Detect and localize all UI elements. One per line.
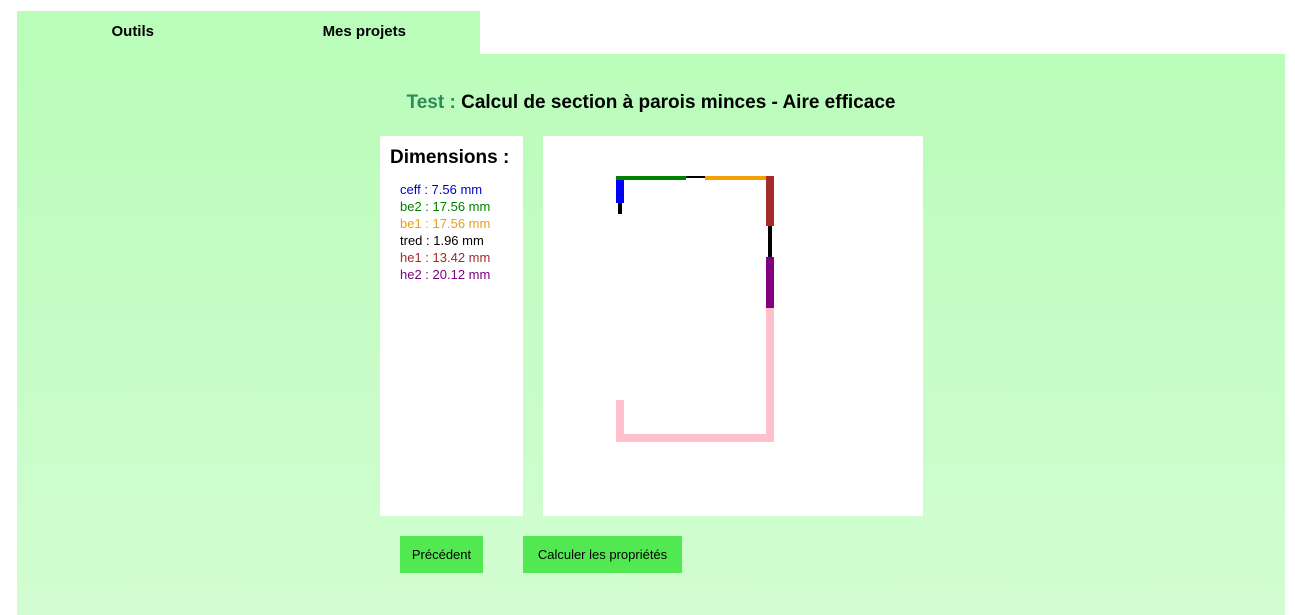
dimension-ceff: ceff : 7.56 mm — [400, 182, 483, 197]
tab-bar: Outils Mes projets — [17, 11, 480, 54]
section-outline — [616, 308, 774, 442]
page-title: Test : Calcul de section à parois minces… — [17, 92, 1285, 114]
dimensions-card: Dimensions : ceff : 7.56 mm be2 : 17.56 … — [380, 136, 523, 516]
dimension-tred: tred : 1.96 mm — [400, 233, 484, 248]
section-diagram — [543, 136, 923, 516]
dimension-he1: he1 : 13.42 mm — [400, 250, 491, 265]
dimension-be2: be2 : 17.56 mm — [400, 199, 491, 214]
main-panel: Test : Calcul de section à parois minces… — [17, 54, 1285, 615]
tab-outils[interactable]: Outils — [17, 11, 249, 54]
dimension-be1: be1 : 17.56 mm — [400, 216, 491, 231]
dimensions-list: ceff : 7.56 mm be2 : 17.56 mm be1 : 17.5… — [400, 181, 490, 283]
calculate-properties-button[interactable]: Calculer les propriétés — [523, 536, 682, 573]
project-name: Test : — [406, 92, 456, 113]
section-svg — [616, 176, 774, 442]
dimensions-heading: Dimensions : — [390, 147, 510, 168]
page-title-text: Calcul de section à parois minces - Aire… — [461, 92, 896, 113]
previous-button[interactable]: Précédent — [400, 536, 483, 573]
dimension-he2: he2 : 20.12 mm — [400, 267, 491, 282]
tab-mes-projets[interactable]: Mes projets — [249, 11, 481, 54]
